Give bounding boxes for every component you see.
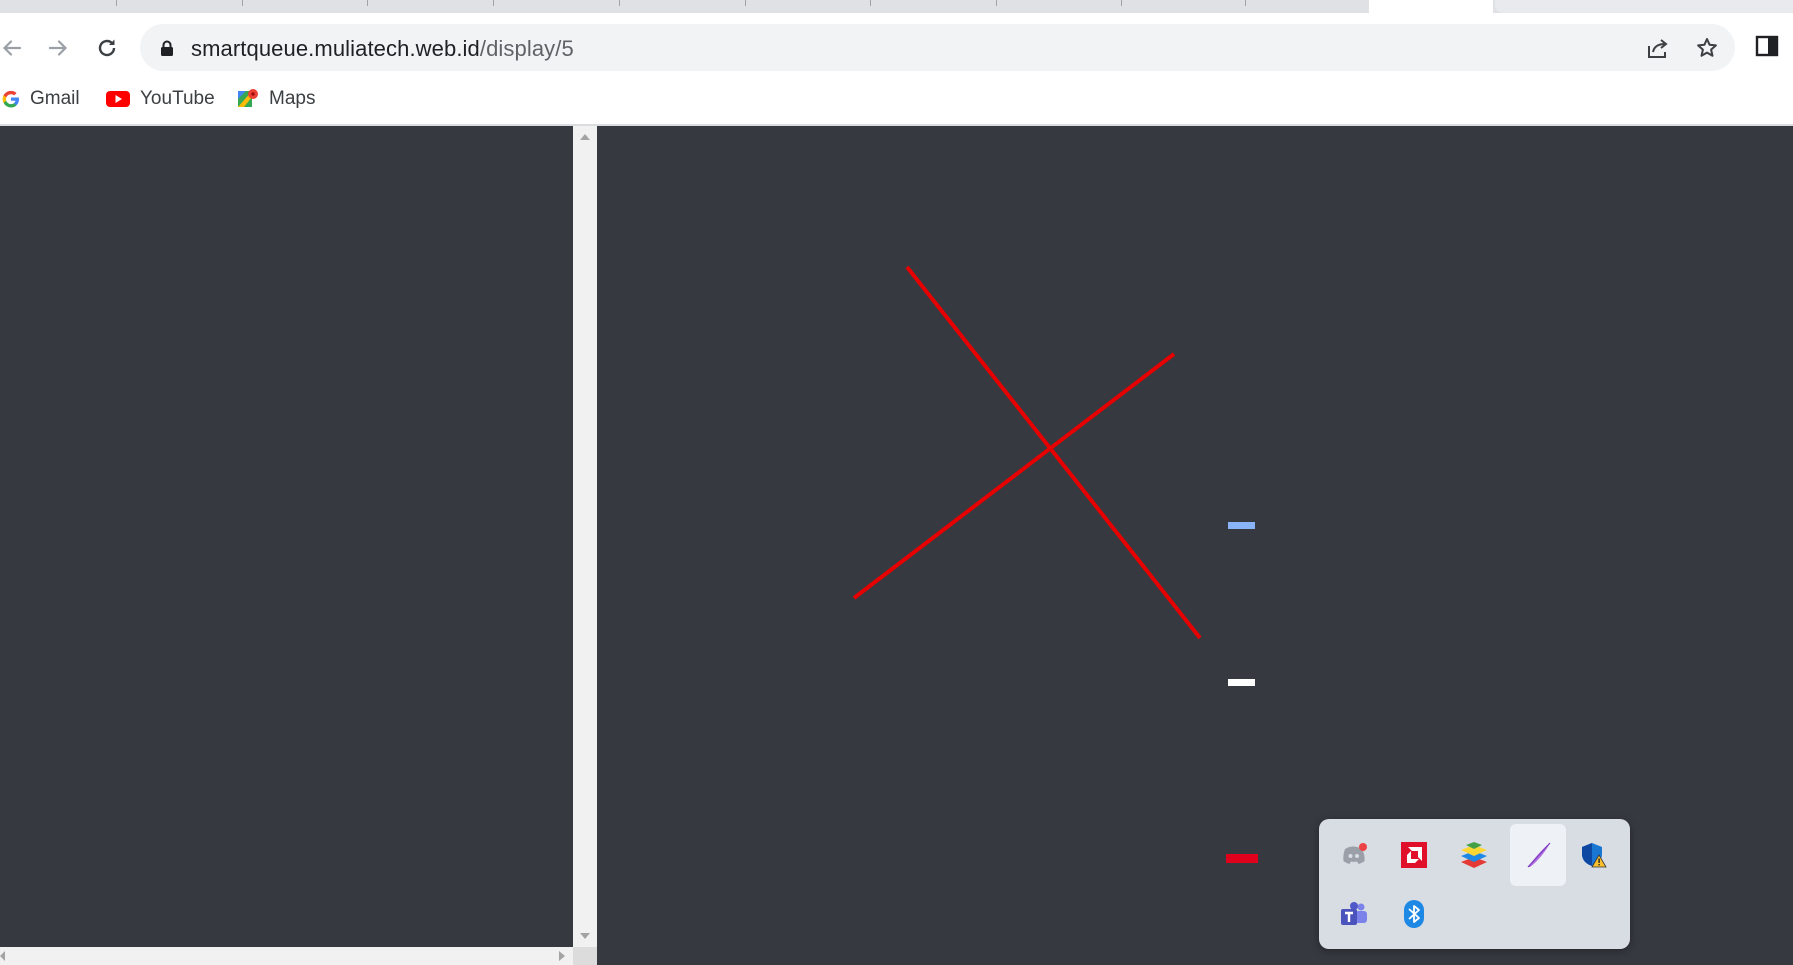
inactive-tabs[interactable] bbox=[0, 0, 1369, 13]
scroll-down-arrow-icon[interactable] bbox=[580, 933, 590, 939]
youtube-icon bbox=[106, 91, 130, 107]
bluetooth-icon bbox=[1404, 900, 1424, 928]
side-panel-button[interactable] bbox=[1755, 34, 1781, 60]
tray-item-teams[interactable] bbox=[1330, 890, 1378, 938]
star-icon bbox=[1697, 38, 1717, 57]
bookmark-star-button[interactable] bbox=[1693, 34, 1721, 62]
url-text[interactable]: smartqueue.muliatech.web.id/display/5 bbox=[191, 36, 574, 62]
tab-separator bbox=[619, 0, 620, 6]
reload-icon bbox=[98, 39, 116, 57]
scroll-up-arrow-icon[interactable] bbox=[580, 134, 590, 140]
maps-pin-icon bbox=[238, 89, 258, 107]
tab-separator bbox=[870, 0, 871, 6]
horizontal-scrollbar[interactable] bbox=[0, 947, 573, 965]
tray-item-bluetooth[interactable] bbox=[1390, 890, 1438, 938]
back-button[interactable] bbox=[0, 32, 28, 64]
url-path: /display/5 bbox=[479, 36, 574, 61]
left-content-pane bbox=[0, 126, 573, 947]
tab-strip bbox=[0, 0, 1793, 13]
share-icon bbox=[1648, 39, 1668, 58]
forward-arrow-icon bbox=[48, 40, 68, 56]
back-arrow-icon bbox=[2, 40, 22, 56]
windows-security-warning-icon bbox=[1582, 843, 1607, 868]
forward-button[interactable] bbox=[42, 32, 74, 64]
tab-separator bbox=[116, 0, 117, 6]
bookmark-label: YouTube bbox=[140, 88, 215, 109]
tab-separator bbox=[242, 0, 243, 6]
pen-feather-icon bbox=[1527, 842, 1551, 868]
tray-item-bluestacks[interactable] bbox=[1450, 831, 1498, 879]
tab-separator bbox=[996, 0, 997, 6]
tab-separator bbox=[745, 0, 746, 6]
bookmark-youtube[interactable]: YouTube bbox=[106, 86, 215, 112]
active-tab[interactable] bbox=[1369, 0, 1493, 13]
address-bar[interactable]: smartqueue.muliatech.web.id/display/5 bbox=[140, 24, 1735, 71]
tab-next[interactable] bbox=[1495, 0, 1793, 13]
tab-separator bbox=[1121, 0, 1122, 6]
microsoft-teams-icon bbox=[1341, 902, 1367, 925]
tab-separator bbox=[367, 0, 368, 6]
tray-item-amd[interactable] bbox=[1390, 831, 1438, 879]
scroll-right-arrow-icon[interactable] bbox=[559, 951, 565, 961]
system-tray-overflow bbox=[1319, 819, 1630, 949]
tray-item-pen[interactable] bbox=[1510, 824, 1566, 886]
share-button[interactable] bbox=[1644, 34, 1672, 62]
tray-item-discord[interactable] bbox=[1330, 831, 1378, 879]
bookmarks-bar: Gmail YouTube Maps bbox=[0, 77, 1793, 126]
bluestacks-icon bbox=[1461, 842, 1487, 868]
bookmark-gmail[interactable]: Gmail bbox=[2, 86, 80, 112]
bookmark-maps[interactable]: Maps bbox=[237, 86, 315, 112]
tab-separator bbox=[493, 0, 494, 6]
side-panel-icon bbox=[1755, 35, 1779, 57]
vertical-scrollbar[interactable] bbox=[573, 126, 597, 947]
browser-toolbar: smartqueue.muliatech.web.id/display/5 bbox=[0, 13, 1793, 77]
tray-item-windows-security[interactable] bbox=[1569, 831, 1617, 879]
scroll-left-arrow-icon[interactable] bbox=[0, 951, 5, 961]
amd-radeon-icon bbox=[1401, 842, 1427, 868]
red-dash-marker bbox=[1226, 854, 1258, 863]
google-g-icon bbox=[2, 90, 19, 108]
lock-icon bbox=[161, 40, 173, 56]
url-host: smartqueue.muliatech.web.id bbox=[191, 36, 480, 61]
bookmark-label: Gmail bbox=[30, 88, 80, 109]
reload-button[interactable] bbox=[91, 32, 123, 64]
blue-dash-marker bbox=[1228, 522, 1255, 529]
bookmark-label: Maps bbox=[269, 88, 316, 109]
scrollbar-corner bbox=[573, 947, 597, 965]
tab-separator bbox=[1245, 0, 1246, 6]
broken-image-x-icon bbox=[852, 265, 1202, 640]
discord-icon bbox=[1343, 843, 1367, 864]
white-dash-marker bbox=[1228, 679, 1255, 686]
